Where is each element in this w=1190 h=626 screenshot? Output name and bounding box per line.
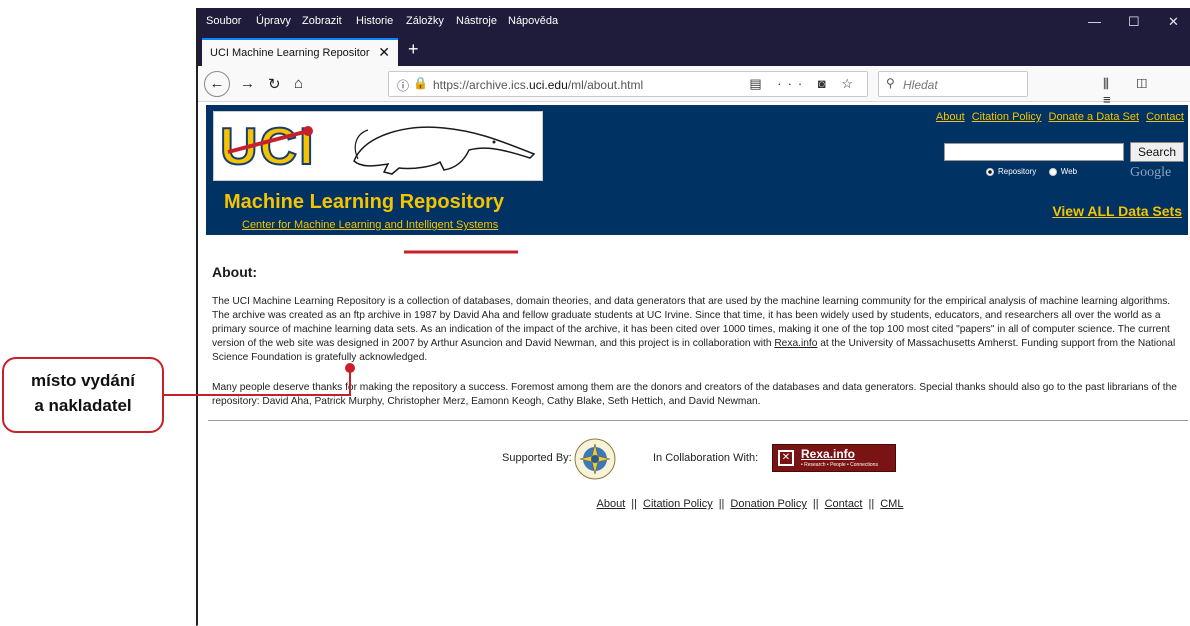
tab-uci-ml-repository[interactable]: UCI Machine Learning Repository: A ✕ xyxy=(202,38,398,66)
rexa-logo[interactable]: ✕ Rexa.info • Research • People • Connec… xyxy=(772,444,896,472)
google-logo: Google xyxy=(1130,165,1172,180)
footer-link-citation-policy[interactable]: Citation Policy xyxy=(643,498,713,510)
site-info-icon[interactable]: ⓘ xyxy=(397,77,409,94)
collaboration-label: In Collaboration With: xyxy=(653,452,759,464)
about-paragraph-1: The UCI Machine Learning Repository is a… xyxy=(212,296,1176,363)
annotation-line-1: místo vydání xyxy=(31,371,135,390)
menu-nastroje[interactable]: Nástroje xyxy=(456,15,497,27)
web-page: UCI Machine Learning Repository Center f… xyxy=(198,103,1190,626)
header-links: About Citation Policy Donate a Data Set … xyxy=(932,111,1184,123)
screenshot-stage: místo vydání a nakladatel Soubor Úpravy … xyxy=(0,0,1190,626)
rexa-mark-icon: ✕ xyxy=(778,450,794,466)
uci-logo-banner[interactable]: UCI xyxy=(213,111,543,181)
radio-repository-label: Repository xyxy=(998,167,1037,176)
browser-window: Soubor Úpravy Zobrazit Historie Záložky … xyxy=(196,8,1190,626)
url-bar[interactable]: ⓘ 🔒 https://archive.ics.uci.edu/ml/about… xyxy=(388,71,868,97)
footer-link-donation-policy[interactable]: Donation Policy xyxy=(730,498,806,510)
site-header: UCI Machine Learning Repository Center f… xyxy=(206,105,1188,235)
back-arrow-icon[interactable]: ← xyxy=(204,71,230,97)
annotation-line-2: a nakladatel xyxy=(34,396,132,415)
content-divider xyxy=(208,420,1188,421)
nsf-logo-icon[interactable] xyxy=(574,438,616,480)
header-link-donate[interactable]: Donate a Data Set xyxy=(1049,111,1140,123)
search-scope-options: Repository Web xyxy=(986,167,1077,176)
annotation-callout: místo vydání a nakladatel xyxy=(2,357,164,433)
tab-bar: UCI Machine Learning Repository: A ✕ + xyxy=(198,36,1190,66)
repository-subtitle-link[interactable]: Center for Machine Learning and Intellig… xyxy=(242,219,498,231)
menu-bar: Soubor Úpravy Zobrazit Historie Záložky … xyxy=(198,8,1190,36)
about-heading: About: xyxy=(212,264,258,280)
menu-upravy[interactable]: Úpravy xyxy=(256,15,291,27)
header-link-citation-policy[interactable]: Citation Policy xyxy=(972,111,1042,123)
menu-zobrazit[interactable]: Zobrazit xyxy=(302,15,342,27)
menu-historie[interactable]: Historie xyxy=(356,15,393,27)
menu-soubor[interactable]: Soubor xyxy=(206,15,241,27)
maximize-button[interactable]: ☐ xyxy=(1128,14,1140,30)
rexa-name: Rexa.info xyxy=(801,447,856,461)
header-link-about[interactable]: About xyxy=(936,111,965,123)
rexa-info-link[interactable]: Rexa.info xyxy=(774,338,817,349)
url-text[interactable]: https://archive.ics.uci.edu/ml/about.htm… xyxy=(433,78,643,92)
radio-web-label: Web xyxy=(1060,167,1078,176)
rexa-tagline: • Research • People • Connections xyxy=(801,462,878,468)
browser-search-field[interactable]: ⚲ Hledat xyxy=(878,71,1028,97)
footer-links: About || Citation Policy || Donation Policy |… xyxy=(596,498,904,510)
radio-repository[interactable] xyxy=(986,167,994,176)
url-actions-icons[interactable]: ▤ ··· ◙ ☆ xyxy=(749,76,859,92)
tab-title: UCI Machine Learning Repository: A xyxy=(210,47,370,59)
sponsors-row: Supported By: In Collaboration With: ✕ R… xyxy=(198,438,1190,480)
new-tab-icon[interactable]: + xyxy=(408,39,419,60)
radio-web[interactable] xyxy=(1048,167,1057,176)
reload-icon[interactable]: ↻ xyxy=(268,75,281,93)
menu-zalozky[interactable]: Záložky xyxy=(406,15,444,27)
search-button[interactable]: Search xyxy=(1130,142,1184,162)
anteater-icon xyxy=(353,126,536,175)
repository-title: Machine Learning Repository xyxy=(224,191,505,213)
navigation-bar: ← → ↻ ⌂ ⓘ 🔒 https://archive.ics.uci.edu/… xyxy=(198,66,1190,107)
footer-link-cml[interactable]: CML xyxy=(880,498,903,510)
footer-link-about[interactable]: About xyxy=(597,498,626,510)
lock-warning-icon[interactable]: 🔒 xyxy=(413,76,428,90)
uci-logo: UCI xyxy=(219,117,316,177)
forward-arrow-icon[interactable]: → xyxy=(240,75,255,92)
close-window-button[interactable]: ✕ xyxy=(1168,14,1179,30)
minimize-button[interactable]: — xyxy=(1088,14,1101,29)
search-placeholder: Hledat xyxy=(903,78,938,92)
view-all-datasets-link[interactable]: View ALL Data Sets xyxy=(1052,203,1182,219)
home-icon[interactable]: ⌂ xyxy=(294,75,303,92)
footer-link-contact[interactable]: Contact xyxy=(825,498,863,510)
menu-napoveda[interactable]: Nápověda xyxy=(508,15,558,27)
search-icon: ⚲ xyxy=(886,76,895,90)
about-paragraph-2: Many people deserve thanks for making th… xyxy=(212,382,1177,407)
site-search-input[interactable] xyxy=(944,143,1124,161)
annotation-text: místo vydání a nakladatel xyxy=(4,368,162,418)
header-link-contact[interactable]: Contact xyxy=(1146,111,1184,123)
supported-by-label: Supported By: xyxy=(502,452,572,464)
tab-close-icon[interactable]: ✕ xyxy=(378,44,390,61)
